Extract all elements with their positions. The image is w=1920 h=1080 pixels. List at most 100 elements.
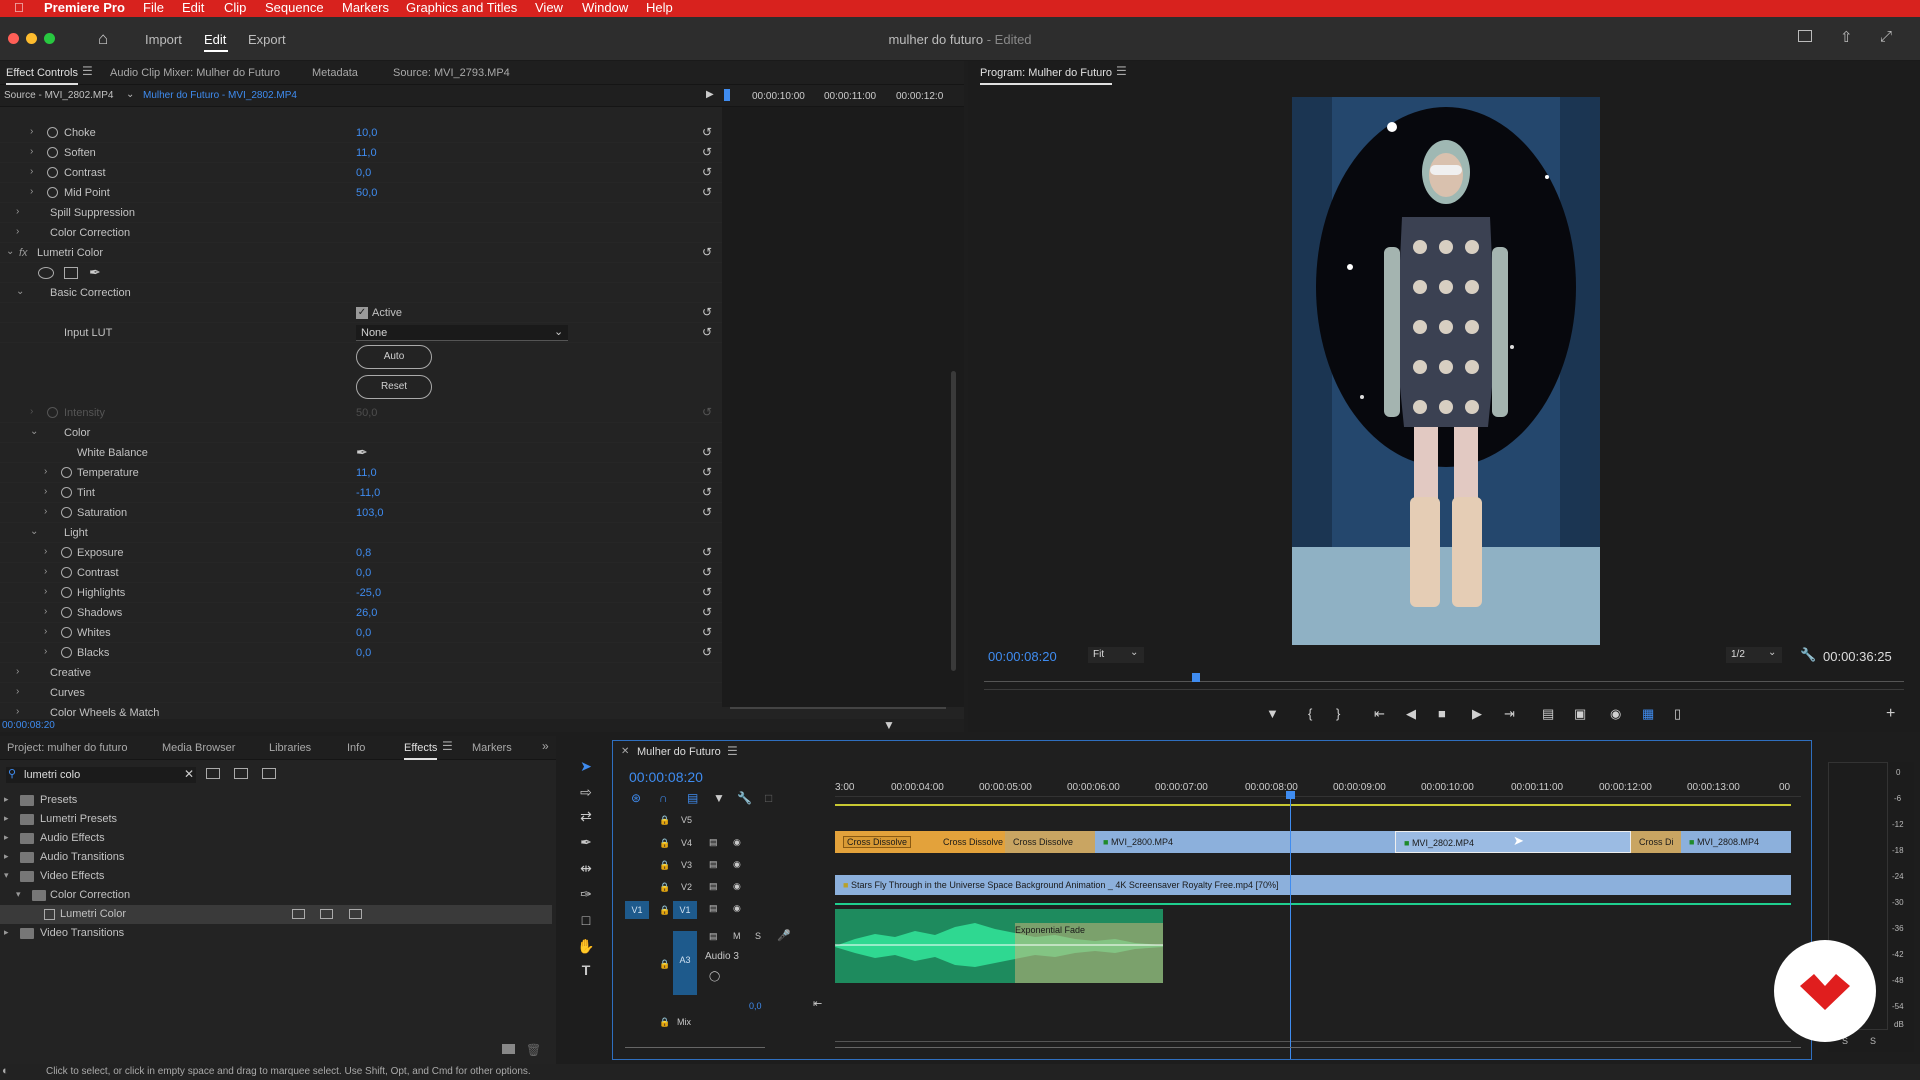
reset-icon[interactable]: ↺: [702, 125, 712, 139]
tree-video-effects[interactable]: ▾ Video Effects: [0, 867, 552, 886]
clip-mvi-2808[interactable]: ■ MVI_2808.MP4: [1681, 831, 1791, 853]
stopwatch-icon[interactable]: [61, 567, 72, 578]
snap-icon[interactable]: ∩: [659, 791, 668, 805]
clip-audio-3[interactable]: Exponential Fade: [835, 909, 1163, 983]
chevron-right-icon[interactable]: ›: [30, 146, 33, 157]
light-group-row[interactable]: ⌄ Light: [0, 523, 722, 543]
menu-sequence[interactable]: Sequence: [265, 0, 324, 16]
chevron-right-icon[interactable]: ›: [30, 166, 33, 177]
stopwatch-icon[interactable]: [47, 167, 58, 178]
chevron-down-icon[interactable]: ⌄: [126, 89, 134, 100]
stopwatch-icon[interactable]: [61, 607, 72, 618]
export-frame-icon[interactable]: ◉: [1610, 706, 1621, 722]
tint-value[interactable]: -11,0: [356, 487, 380, 499]
spill-suppression-row[interactable]: › Spill Suppression: [0, 203, 722, 223]
eyedropper-icon[interactable]: ✒: [356, 444, 368, 461]
whites-value[interactable]: 0,0: [356, 627, 371, 639]
solo-button[interactable]: S: [755, 931, 761, 941]
reset-icon[interactable]: ↺: [702, 645, 712, 659]
chevron-right-icon[interactable]: ›: [44, 586, 47, 597]
tree-audio-transitions[interactable]: ▸ Audio Transitions: [0, 848, 552, 867]
stopwatch-icon[interactable]: [61, 627, 72, 638]
fx-badge[interactable]: fx: [19, 247, 28, 259]
active-checkbox[interactable]: ✓: [356, 307, 368, 319]
chevron-down-icon[interactable]: ⌄: [6, 246, 14, 257]
lock-icon[interactable]: 🔒: [659, 882, 670, 893]
track-target-v1[interactable]: V1: [673, 901, 697, 919]
add-marker-icon[interactable]: ▼: [713, 791, 725, 805]
panel-menu-icon[interactable]: ☰: [82, 64, 93, 78]
lift-icon[interactable]: ▤: [1542, 706, 1554, 722]
chevron-right-icon[interactable]: ›: [44, 606, 47, 617]
stopwatch-icon[interactable]: [47, 407, 58, 418]
type-tool-icon[interactable]: T: [576, 962, 596, 982]
reset-icon[interactable]: ↺: [702, 465, 712, 479]
color-correction-row[interactable]: › Color Correction: [0, 223, 722, 243]
ec-timeline-ruler[interactable]: 00:00:10:00 00:00:11:00 00:00:12:0: [722, 85, 964, 107]
chevron-right-icon[interactable]: ›: [44, 626, 47, 637]
zoom-fit-dropdown[interactable]: Fit ⌄: [1088, 647, 1144, 663]
basic-correction-row[interactable]: ⌄ Basic Correction: [0, 283, 722, 303]
reset-button[interactable]: Reset: [356, 375, 432, 399]
track-select-tool-icon[interactable]: ⇨: [576, 784, 596, 804]
saturation-value[interactable]: 103,0: [356, 507, 384, 519]
stopwatch-icon[interactable]: [47, 127, 58, 138]
choke-value[interactable]: 10,0: [356, 127, 377, 139]
effects-search-input[interactable]: [24, 768, 174, 782]
lock-icon[interactable]: 🔒: [659, 860, 670, 871]
chevron-right-icon[interactable]: ›: [16, 706, 19, 717]
volume-knob-icon[interactable]: ◯: [709, 971, 720, 982]
chevron-right-icon[interactable]: ▸: [4, 794, 9, 805]
chevron-right-icon[interactable]: ›: [30, 406, 33, 417]
exposure-value[interactable]: 0,8: [356, 547, 371, 559]
rectangle-tool-icon[interactable]: □: [576, 912, 596, 932]
chevron-down-icon[interactable]: ▾: [16, 889, 21, 900]
chevron-right-icon[interactable]: ›: [16, 686, 19, 697]
stopwatch-icon[interactable]: [61, 487, 72, 498]
shadows-value[interactable]: 26,0: [356, 607, 377, 619]
highlights-value[interactable]: -25,0: [356, 587, 381, 599]
sync-lock-icon[interactable]: ▤: [709, 931, 718, 942]
play-clip-audio-icon[interactable]: ▶: [706, 89, 714, 100]
wrench-icon[interactable]: 🔧: [1800, 647, 1816, 663]
linked-selection-icon[interactable]: ▤: [687, 791, 698, 805]
tab-audio-clip-mixer[interactable]: Audio Clip Mixer: Mulher do Futuro: [110, 67, 280, 79]
menu-file[interactable]: File: [143, 0, 164, 16]
chevron-down-icon[interactable]: ▾: [4, 870, 9, 881]
ec-scrollbar[interactable]: [951, 371, 956, 671]
zoom-bar[interactable]: [984, 689, 1904, 690]
add-marker-icon[interactable]: ▼: [1266, 706, 1279, 721]
chevron-right-icon[interactable]: ▸: [4, 832, 9, 843]
reset-icon[interactable]: ↺: [702, 185, 712, 199]
pen-mask-icon[interactable]: ✒: [89, 264, 101, 281]
reset-icon[interactable]: ↺: [702, 585, 712, 599]
color-group-row[interactable]: ⌄ Color: [0, 423, 722, 443]
clip-stars-background[interactable]: ■ Stars Fly Through in the Universe Spac…: [835, 875, 1791, 895]
quick-export-icon[interactable]: [1798, 30, 1812, 42]
tab-media-browser[interactable]: Media Browser: [162, 742, 235, 754]
sequence-clip-label[interactable]: Mulher do Futuro - MVI_2802.MP4: [143, 90, 297, 101]
ec-keyframe-area[interactable]: [722, 107, 964, 707]
clip-cross-dissolve-3[interactable]: Cross Dissolve: [1005, 831, 1095, 853]
tab-program[interactable]: Program: Mulher do Futuro: [980, 67, 1113, 85]
reset-icon[interactable]: ↺: [702, 545, 712, 559]
go-to-in-icon[interactable]: ⇤: [1374, 706, 1385, 722]
reset-icon[interactable]: ↺: [702, 605, 712, 619]
reset-icon[interactable]: ↺: [702, 145, 712, 159]
tree-audio-effects[interactable]: ▸ Audio Effects: [0, 829, 552, 848]
chevron-down-icon[interactable]: ⌄: [30, 426, 38, 437]
trash-icon[interactable]: 🗑: [526, 1043, 541, 1057]
chevron-right-icon[interactable]: ›: [16, 666, 19, 677]
panel-menu-icon[interactable]: ☰: [1116, 64, 1127, 78]
mid-point-value[interactable]: 50,0: [356, 187, 377, 199]
microphone-icon[interactable]: 🎤: [777, 929, 791, 942]
chevron-right-icon[interactable]: ›: [44, 506, 47, 517]
pen-tool-icon[interactable]: ✑: [576, 886, 596, 906]
stop-icon[interactable]: ■: [1438, 706, 1446, 721]
stopwatch-icon[interactable]: [47, 187, 58, 198]
stopwatch-icon[interactable]: [47, 147, 58, 158]
timeline-playhead-line[interactable]: [1290, 795, 1291, 1059]
fullscreen-icon[interactable]: ⤢: [1880, 28, 1892, 45]
reset-icon[interactable]: ↺: [702, 505, 712, 519]
input-lut-dropdown[interactable]: None ⌄: [356, 325, 568, 341]
